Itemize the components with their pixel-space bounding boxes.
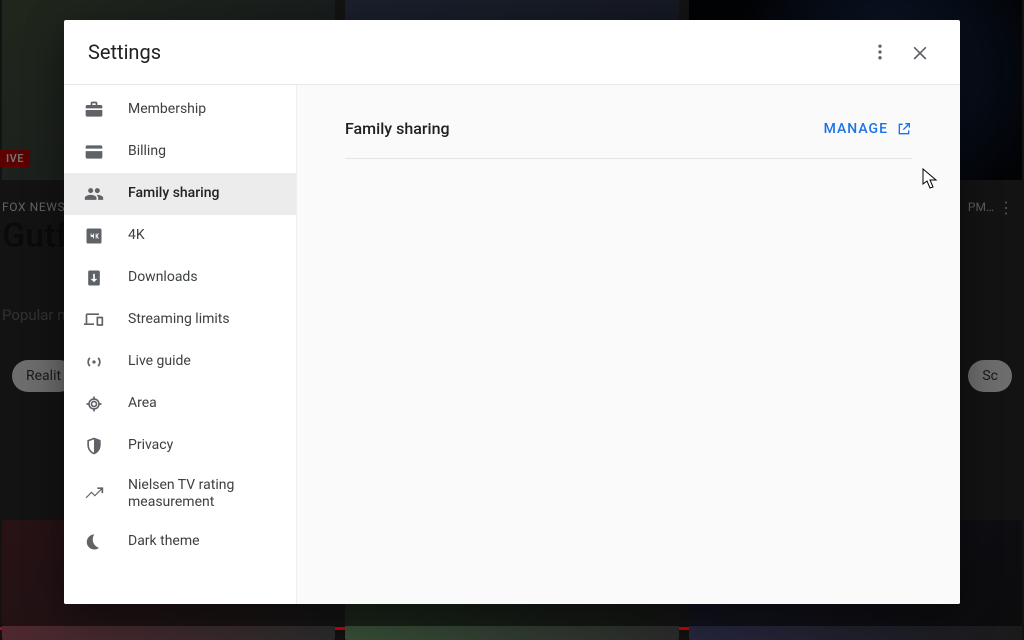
modal-header: Settings — [64, 20, 960, 85]
close-icon — [910, 42, 930, 62]
sidebar-item-label: Nielsen TV rating measurement — [128, 477, 280, 512]
sidebar-item-nielsen[interactable]: Nielsen TV rating measurement — [64, 467, 296, 521]
manage-link-label: MANAGE — [824, 121, 888, 137]
broadcast-icon — [84, 352, 104, 372]
more-vert-icon — [870, 42, 890, 62]
sidebar-item-dark-theme[interactable]: Dark theme — [64, 521, 296, 563]
section-title: Family sharing — [345, 119, 450, 138]
sidebar-item-billing[interactable]: Billing — [64, 131, 296, 173]
close-button[interactable] — [900, 32, 940, 72]
sidebar-item-label: Privacy — [128, 437, 173, 455]
people-icon — [84, 184, 104, 204]
credit-card-icon — [84, 142, 104, 162]
sidebar-item-label: Area — [128, 395, 157, 413]
settings-modal: Settings Membership Billing — [64, 20, 960, 604]
sidebar-item-live-guide[interactable]: Live guide — [64, 341, 296, 383]
open-in-new-icon — [896, 121, 912, 137]
sidebar-item-label: Billing — [128, 143, 166, 161]
four-k-icon — [84, 226, 104, 246]
sidebar-item-streaming-limits[interactable]: Streaming limits — [64, 299, 296, 341]
devices-icon — [84, 310, 104, 330]
sidebar-item-area[interactable]: Area — [64, 383, 296, 425]
sidebar-item-label: Dark theme — [128, 533, 200, 551]
sidebar-item-label: Family sharing — [128, 185, 219, 203]
sidebar-item-label: Live guide — [128, 353, 191, 371]
settings-sidebar: Membership Billing Family sharing 4K — [64, 85, 297, 604]
modal-title: Settings — [88, 40, 860, 64]
sidebar-item-downloads[interactable]: Downloads — [64, 257, 296, 299]
sidebar-item-family-sharing[interactable]: Family sharing — [64, 173, 296, 215]
manage-link[interactable]: MANAGE — [824, 121, 912, 137]
sidebar-item-privacy[interactable]: Privacy — [64, 425, 296, 467]
sidebar-item-label: 4K — [128, 227, 145, 245]
moon-icon — [84, 532, 104, 552]
sidebar-item-label: Membership — [128, 101, 206, 119]
sidebar-item-label: Downloads — [128, 269, 198, 287]
sidebar-item-label: Streaming limits — [128, 311, 230, 329]
download-icon — [84, 268, 104, 288]
more-options-button[interactable] — [860, 32, 900, 72]
trending-icon — [84, 484, 104, 504]
shield-icon — [84, 436, 104, 456]
membership-icon — [84, 100, 104, 120]
settings-content: Family sharing MANAGE — [297, 85, 960, 604]
family-sharing-row: Family sharing MANAGE — [345, 119, 912, 159]
sidebar-item-4k[interactable]: 4K — [64, 215, 296, 257]
sidebar-item-membership[interactable]: Membership — [64, 89, 296, 131]
modal-body: Membership Billing Family sharing 4K — [64, 85, 960, 604]
location-icon — [84, 394, 104, 414]
